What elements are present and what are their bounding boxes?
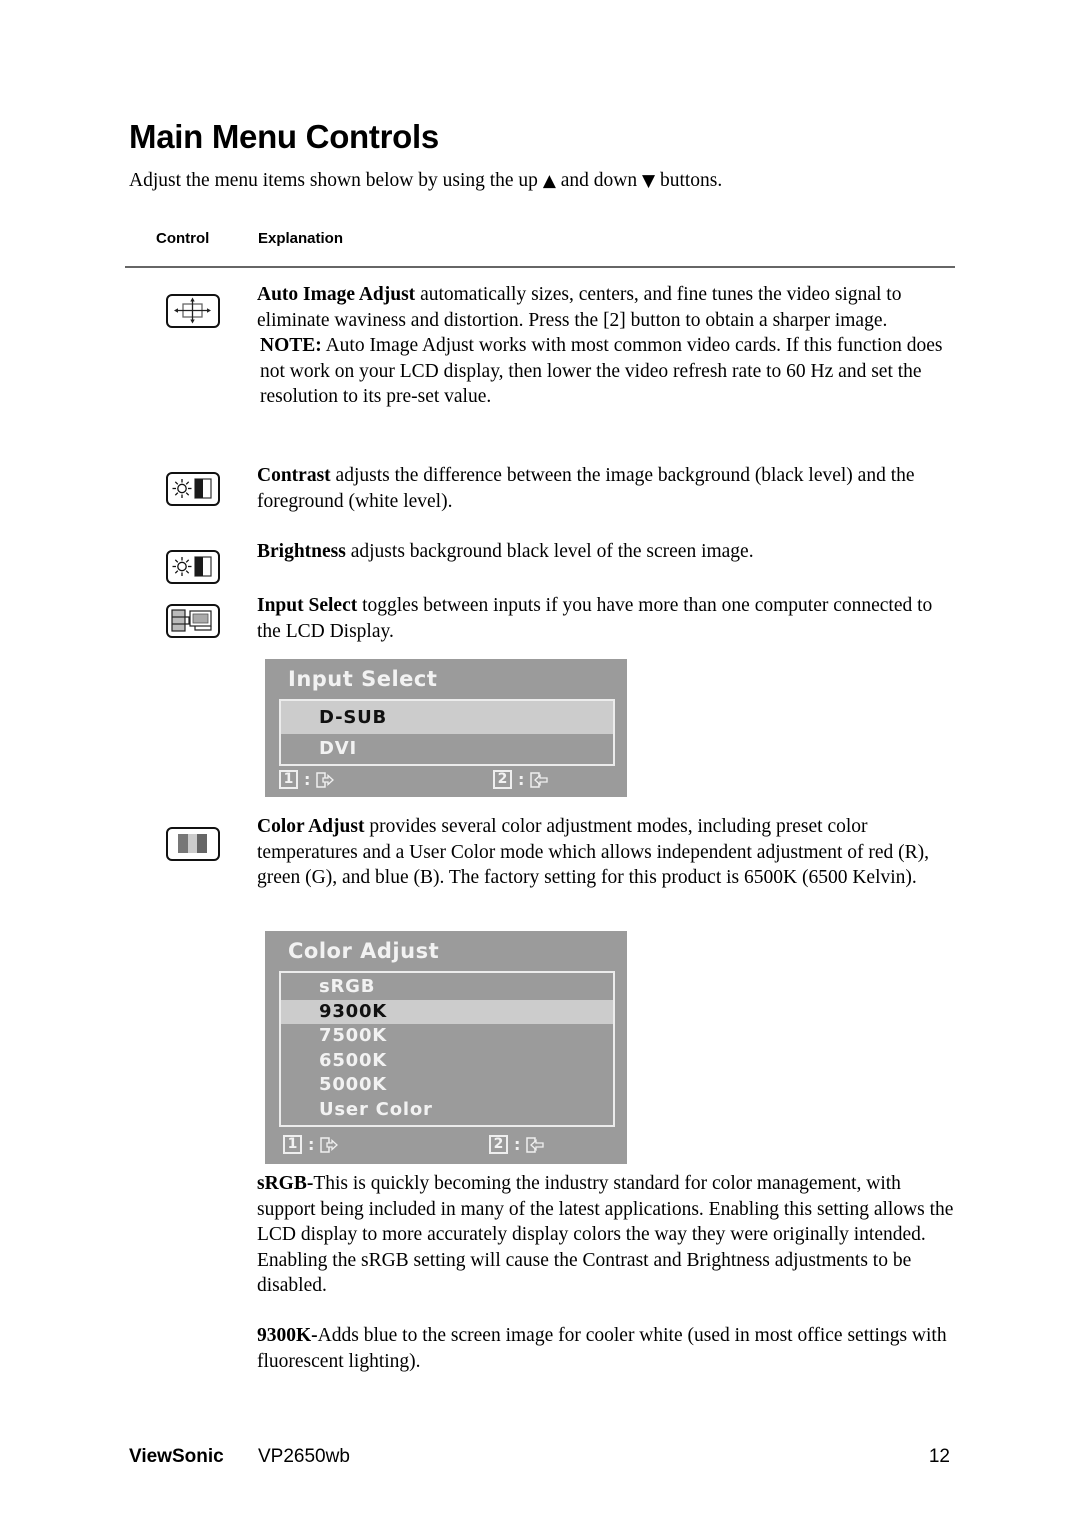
description-label: sRGB- [257,1173,314,1194]
key-number: 1 [283,1135,302,1154]
key-2-enter[interactable]: 2 : [489,1135,545,1154]
color-adjust-osd-menu: Color Adjust sRGB 9300K 7500K 6500K 5000… [265,931,627,1164]
osd-title: Color Adjust [288,939,440,963]
input-select-description: Input Select toggles between inputs if y… [257,593,957,644]
key-2-enter[interactable]: 2 : [493,770,549,789]
key-separator: : [518,770,525,789]
key-number: 2 [489,1135,508,1154]
note: NOTE: Auto Image Adjust works with most … [257,333,957,410]
enter-icon [526,1136,545,1153]
key-number: 1 [279,770,298,789]
osd-key-legend: 1 : 2 : [279,1135,615,1157]
description-label: 9300K- [257,1325,318,1346]
osd-option-d-sub[interactable]: D-SUB [281,701,613,734]
osd-option-7500k[interactable]: 7500K [281,1024,613,1049]
control-text: adjusts background black level of the sc… [345,541,754,562]
header-divider [125,266,955,268]
exit-icon [316,771,335,788]
osd-option-list: D-SUB DVI [279,699,615,766]
exit-icon [320,1136,339,1153]
down-arrow-icon: ▼ [642,171,656,191]
brightness-icon [166,550,220,584]
osd-option-6500k[interactable]: 6500K [281,1049,613,1074]
osd-title: Input Select [288,667,438,691]
intro-text: Adjust the menu items shown below by usi… [129,170,722,192]
column-header-explanation: Explanation [258,230,344,247]
footer-brand: ViewSonic [129,1446,224,1467]
osd-option-5000k[interactable]: 5000K [281,1073,613,1098]
key-1-exit[interactable]: 1 : [283,1135,339,1154]
osd-key-legend: 1 : 2 : [279,770,615,792]
control-name: Color Adjust [257,816,365,837]
control-name: Input Select [257,595,358,616]
page-number: 12 [928,1446,950,1467]
intro-part: and down [555,170,643,191]
control-name: Contrast [257,465,331,486]
page-title: Main Menu Controls [129,118,439,155]
auto-image-adjust-description: Auto Image Adjust automatically sizes, c… [257,282,957,410]
control-name: Brightness [257,541,346,562]
description-text: This is quickly becoming the industry st… [257,1173,954,1296]
intro-part: buttons. [655,170,723,191]
intro-part: Adjust the menu items shown below by usi… [129,170,543,191]
control-name: Auto Image Adjust [257,284,416,305]
description-text: Adds blue to the screen image for cooler… [257,1325,947,1372]
color-adjust-icon [166,827,220,861]
input-select-osd-menu: Input Select D-SUB DVI 1 : 2 : [265,659,627,797]
brightness-description: Brightness adjusts background black leve… [257,539,957,565]
key-separator: : [308,1135,315,1154]
key-1-exit[interactable]: 1 : [279,770,335,789]
control-text: toggles between inputs if you have more … [257,595,933,642]
footer-model: VP2650wb [258,1446,350,1467]
input-select-icon [166,604,220,638]
contrast-icon [166,472,220,506]
color-adjust-description: Color Adjust provides several color adju… [257,814,957,891]
key-separator: : [304,770,311,789]
osd-option-srgb[interactable]: sRGB [281,975,613,1000]
osd-option-user-color[interactable]: User Color [281,1098,613,1123]
osd-option-list: sRGB 9300K 7500K 6500K 5000K User Color [279,971,615,1127]
up-arrow-icon: ▲ [542,171,556,191]
osd-option-dvi[interactable]: DVI [281,734,613,764]
srgb-description: sRGB-This is quickly becoming the indust… [257,1171,957,1299]
key-separator: : [514,1135,521,1154]
auto-image-adjust-icon [166,294,220,328]
contrast-description: Contrast adjusts the difference between … [257,463,957,514]
note-label: NOTE: [260,335,322,356]
key-number: 2 [493,770,512,789]
9300k-description: 9300K-Adds blue to the screen image for … [257,1323,957,1374]
column-header-control: Control [156,230,210,247]
note-text: Auto Image Adjust works with most common… [260,335,943,407]
enter-icon [530,771,549,788]
control-text: adjusts the difference between the image… [257,465,915,512]
osd-option-9300k[interactable]: 9300K [281,999,613,1024]
